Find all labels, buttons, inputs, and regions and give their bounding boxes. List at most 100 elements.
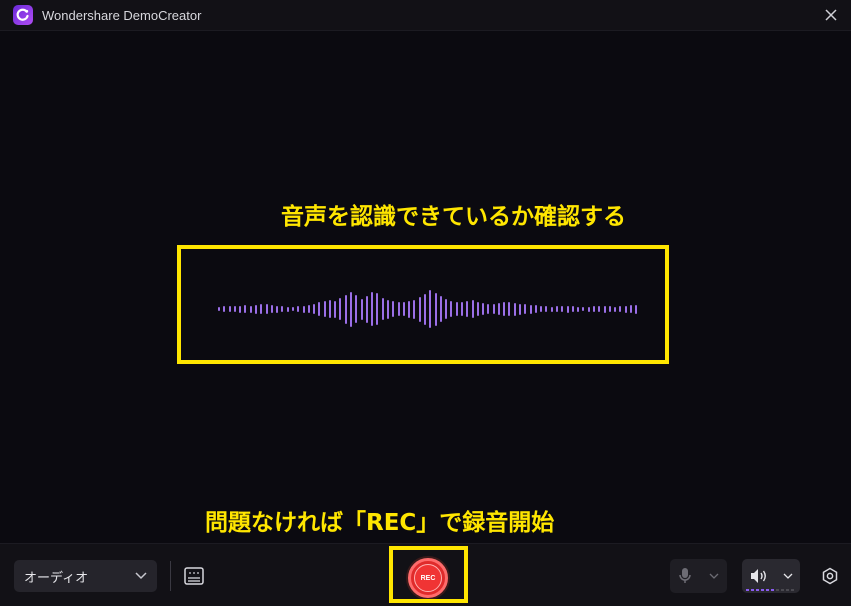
waveform-bar xyxy=(223,306,226,312)
waveform-bar xyxy=(497,303,500,315)
speaker-level-segment xyxy=(766,589,769,591)
speaker-chevron-icon xyxy=(783,573,793,579)
caption-button[interactable] xyxy=(182,564,206,588)
waveform-bar xyxy=(529,304,532,314)
waveform-bar xyxy=(487,304,490,314)
waveform-bar xyxy=(608,306,611,312)
waveform-bar xyxy=(265,304,268,314)
waveform-bar xyxy=(397,302,400,316)
waveform-bar xyxy=(291,307,294,311)
annotation-start-recording: 問題なければ「REC」で録音開始 xyxy=(205,510,555,536)
speaker-icon xyxy=(751,569,766,583)
waveform-bar xyxy=(254,304,257,314)
settings-gear-icon xyxy=(822,567,838,585)
waveform-bar xyxy=(387,299,389,319)
waveform-bar xyxy=(624,305,627,313)
waveform-bar xyxy=(466,301,469,317)
waveform-bar xyxy=(587,306,590,312)
waveform-bar xyxy=(350,291,353,327)
waveform-bar xyxy=(302,305,305,313)
waveform-bar xyxy=(508,302,511,316)
waveform-bar xyxy=(239,305,242,313)
waveform-bar xyxy=(244,305,247,313)
waveform-bar xyxy=(260,304,263,314)
speaker-level-segment xyxy=(761,589,764,591)
waveform-bar xyxy=(619,306,622,312)
microphone-chevron-icon xyxy=(709,573,719,579)
caption-keyboard-icon xyxy=(184,567,204,585)
waveform-bar xyxy=(297,306,300,312)
waveform-bar xyxy=(429,290,432,328)
waveform-bar xyxy=(482,303,485,315)
waveform-bar xyxy=(413,299,416,319)
speaker-toggle[interactable] xyxy=(742,559,800,593)
waveform-bar xyxy=(524,304,527,314)
waveform-bar xyxy=(439,296,442,322)
waveform-bar xyxy=(635,304,638,314)
speaker-level-segment xyxy=(771,589,774,591)
waveform-bar xyxy=(550,306,553,312)
waveform-bar xyxy=(392,301,395,317)
waveform-bar xyxy=(270,305,273,313)
waveform-bar xyxy=(571,306,574,312)
waveform-bar xyxy=(434,292,437,326)
waveform-bar xyxy=(228,306,231,312)
waveform-bar xyxy=(460,302,463,316)
waveform-bar xyxy=(402,302,405,316)
speaker-level-segment xyxy=(751,589,754,591)
waveform-bar xyxy=(566,305,569,313)
annotation-check-audio: 音声を認識できているか確認する xyxy=(281,204,626,230)
waveform-bar xyxy=(281,306,284,312)
waveform-bar xyxy=(339,298,342,320)
microphone-toggle[interactable] xyxy=(670,559,727,593)
waveform-bar xyxy=(344,294,347,324)
waveform-bar xyxy=(408,300,411,318)
waveform-bar xyxy=(365,295,368,323)
waveform-bar xyxy=(629,305,632,313)
waveform-bar xyxy=(307,305,310,313)
waveform-bar xyxy=(286,306,289,312)
speaker-level-segment xyxy=(756,589,759,591)
waveform-bar xyxy=(334,300,337,318)
close-icon xyxy=(825,9,837,21)
audio-source-label: オーディオ xyxy=(24,570,89,586)
waveform-bar xyxy=(503,302,506,316)
waveform-bar xyxy=(360,298,363,320)
title-bar: Wondershare DemoCreator xyxy=(0,0,851,31)
waveform-bar xyxy=(276,305,279,313)
speaker-level-segment xyxy=(781,589,784,591)
waveform-bar xyxy=(376,293,379,325)
waveform-bar xyxy=(592,306,595,312)
settings-button[interactable] xyxy=(820,566,840,586)
waveform-bar xyxy=(381,298,384,320)
waveform-bar xyxy=(513,302,516,316)
speaker-level-segment xyxy=(776,589,779,591)
speaker-level-meter xyxy=(746,589,794,591)
waveform-bar xyxy=(318,302,321,316)
waveform-bar xyxy=(582,307,585,311)
waveform-bar xyxy=(603,305,606,313)
waveform-bar xyxy=(218,307,220,311)
waveform-bar xyxy=(371,292,374,326)
waveform-bar xyxy=(355,295,358,323)
waveform-bar xyxy=(545,306,548,312)
waveform-bar xyxy=(445,299,448,319)
speaker-level-segment xyxy=(746,589,749,591)
speaker-level-segment xyxy=(791,589,794,591)
waveform-bar xyxy=(450,301,453,317)
waveform-bar xyxy=(598,306,601,312)
waveform-bar xyxy=(492,304,495,314)
waveform-bar xyxy=(233,306,236,312)
waveform-bar xyxy=(455,302,458,316)
waveform-bar xyxy=(556,306,558,312)
waveform-bar xyxy=(249,305,252,313)
waveform-bar xyxy=(313,304,316,314)
waveform-bar xyxy=(519,303,522,315)
waveform-bar xyxy=(328,300,331,318)
waveform-bar xyxy=(471,300,474,318)
waveform-bar xyxy=(561,306,564,312)
app-title: Wondershare DemoCreator xyxy=(42,7,202,23)
audio-source-select[interactable]: オーディオ xyxy=(14,560,157,592)
close-button[interactable] xyxy=(821,5,841,25)
waveform-bar xyxy=(540,306,543,312)
